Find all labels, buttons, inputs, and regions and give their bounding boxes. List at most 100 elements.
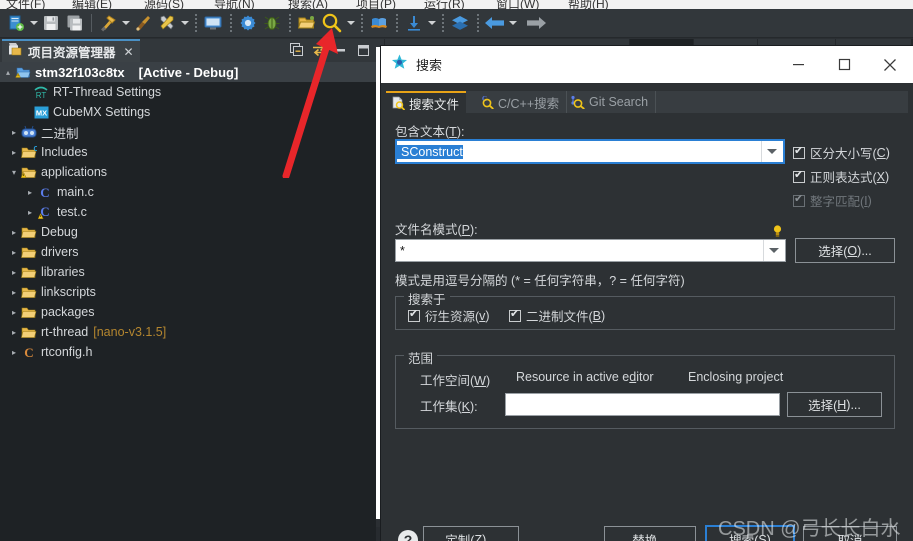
tree-item-libraries[interactable]: ▸ libraries [0, 262, 376, 282]
menu-bar[interactable]: 文件(F) 编辑(E) 源码(S) 导航(N) 搜索(A) 项目(P) 运行(R… [0, 0, 913, 9]
book-icon[interactable] [367, 11, 391, 35]
monitor-icon[interactable] [201, 11, 225, 35]
expand-arrow-icon[interactable]: ▸ [8, 148, 20, 157]
tab-project-explorer[interactable]: 项目资源管理器 ✕ [2, 39, 140, 62]
tools-dropdown-caret[interactable] [179, 11, 190, 35]
tree-item-applications[interactable]: ▾ applications [0, 162, 376, 182]
customize-button[interactable]: 定制(Z)... [423, 526, 519, 541]
file-pattern-input[interactable]: * [395, 239, 786, 262]
tree-item-rtconfig-h[interactable]: ▸ C rtconfig.h [0, 342, 376, 362]
collapse-all-icon[interactable] [288, 41, 306, 59]
tree-item-test-c[interactable]: ▸ C test.c [0, 202, 376, 222]
scope-enclosing-project[interactable]: Enclosing project [688, 370, 783, 384]
expand-arrow-icon[interactable]: ▸ [8, 248, 20, 257]
menu-item-navigate[interactable]: 导航(N) [214, 0, 255, 9]
tree-item-stm32f103c8tx[interactable]: ▴ stm32f103c8tx [Active - Debug] [0, 62, 376, 82]
dialog-title-bar[interactable]: 搜索 [381, 46, 913, 83]
link-with-editor-icon[interactable] [310, 41, 328, 59]
menu-item-edit[interactable]: 编辑(E) [72, 0, 112, 9]
close-button[interactable] [867, 46, 913, 83]
menu-item-search[interactable]: 搜索(A) [288, 0, 328, 9]
minimize-button[interactable] [775, 46, 821, 83]
expand-arrow-icon[interactable]: ▴ [2, 68, 14, 77]
checkbox-box[interactable] [509, 308, 521, 322]
hammer-icon[interactable] [96, 11, 120, 35]
working-set-input[interactable] [505, 393, 780, 416]
maximize-icon[interactable] [354, 41, 372, 59]
expand-arrow-icon[interactable]: ▸ [8, 348, 20, 357]
brush-icon[interactable] [131, 11, 155, 35]
menu-item-window[interactable]: 窗口(W) [496, 0, 539, 9]
expand-arrow-icon[interactable]: ▾ [8, 168, 20, 177]
tree-item-debug[interactable]: ▸ Debug [0, 222, 376, 242]
chevron-down-icon[interactable] [763, 240, 783, 261]
back-dropdown-caret[interactable] [507, 11, 518, 35]
build-dropdown-caret[interactable] [120, 11, 131, 35]
close-icon[interactable]: ✕ [124, 45, 134, 59]
regular-expression-checkbox[interactable]: 正则表达式(X) [793, 167, 889, 186]
expand-arrow-icon[interactable]: ▸ [8, 308, 20, 317]
choose-working-set-button[interactable]: 选择(H)... [787, 392, 882, 417]
expand-arrow-icon[interactable]: ▸ [24, 208, 36, 217]
menu-item-help[interactable]: 帮助(H) [568, 0, 609, 9]
toolbar-drag-handle-3[interactable] [286, 14, 293, 32]
expand-arrow-icon[interactable]: ▸ [8, 268, 20, 277]
expand-arrow-icon[interactable]: ▸ [8, 228, 20, 237]
new-project-icon[interactable] [4, 11, 28, 35]
tree-item-packages[interactable]: ▸ packages [0, 302, 376, 322]
choose-file-pattern-button[interactable]: 选择(O)... [795, 238, 895, 263]
tab-cpp-search[interactable]: C C/C++搜索 [475, 91, 568, 113]
menu-item-source[interactable]: 源码(S) [144, 0, 184, 9]
help-icon[interactable]: ? [398, 530, 418, 541]
expand-arrow-icon[interactable]: ▸ [8, 328, 20, 337]
layers-icon[interactable] [448, 11, 472, 35]
tree-item-binaries[interactable]: ▸ 二进制 [0, 122, 376, 142]
toolbar-drag-handle-7[interactable] [474, 14, 481, 32]
new-dropdown-caret[interactable] [28, 11, 39, 35]
checkbox-box[interactable] [793, 145, 805, 159]
tree-item-includes[interactable]: ▸ C Includes [0, 142, 376, 162]
tree-item-cubemx-settings[interactable]: MX CubeMX Settings [0, 102, 376, 122]
toolbar-drag-handle-6[interactable] [439, 14, 446, 32]
toolbar-drag-handle[interactable] [192, 14, 199, 32]
replace-button[interactable]: 替换... [604, 526, 696, 541]
tree-item-rt-thread[interactable]: ▸ rt-thread [nano-v3.1.5] [0, 322, 376, 342]
menu-item-run[interactable]: 运行(R) [424, 0, 465, 9]
toolbar-drag-handle-5[interactable] [393, 14, 400, 32]
scope-active-editor[interactable]: Resource in active editor [516, 370, 654, 384]
tree-item-drivers[interactable]: ▸ drivers [0, 242, 376, 262]
menu-item-project[interactable]: 项目(P) [356, 0, 396, 9]
expand-arrow-icon[interactable]: ▸ [8, 288, 20, 297]
tree-item-main-c[interactable]: ▸ C main.c [0, 182, 376, 202]
tree-item-linkscripts[interactable]: ▸ linkscripts [0, 282, 376, 302]
chevron-down-icon[interactable] [761, 141, 781, 162]
toolbar-drag-handle-2[interactable] [227, 14, 234, 32]
derived-resources-checkbox[interactable]: 衍生资源(v) [408, 306, 490, 325]
gear-icon[interactable] [236, 11, 260, 35]
checkbox-box[interactable] [408, 308, 420, 322]
search-icon[interactable] [319, 11, 345, 35]
checkbox-box[interactable] [793, 169, 805, 183]
scope-workspace[interactable]: 工作空间(W) [420, 370, 490, 389]
bug-icon[interactable] [260, 11, 284, 35]
case-sensitive-checkbox[interactable]: 区分大小写(C) [793, 143, 890, 162]
tools-icon[interactable] [155, 11, 179, 35]
project-tree[interactable]: ▴ stm32f103c8tx [Active - Debug] RT RT-T… [0, 62, 376, 541]
expand-arrow-icon[interactable]: ▸ [8, 128, 20, 137]
minimize-icon[interactable] [332, 41, 350, 59]
open-folder-icon[interactable] [295, 11, 319, 35]
forward-arrow-icon[interactable] [524, 11, 548, 35]
search-dropdown-caret[interactable] [345, 11, 356, 35]
download-dropdown-caret[interactable] [426, 11, 437, 35]
expand-arrow-icon[interactable]: ▸ [24, 188, 36, 197]
tree-item-rt-thread-settings[interactable]: RT RT-Thread Settings [0, 82, 376, 102]
maximize-button[interactable] [821, 46, 867, 83]
save-icon[interactable] [39, 11, 63, 35]
containing-text-input[interactable]: SConstruct [395, 139, 785, 164]
download-icon[interactable] [402, 11, 426, 35]
toolbar-drag-handle-4[interactable] [358, 14, 365, 32]
back-arrow-icon[interactable] [483, 11, 507, 35]
save-all-icon[interactable] [63, 11, 87, 35]
tab-file-search[interactable]: 搜索文件 [386, 91, 467, 113]
binary-files-checkbox[interactable]: 二进制文件(B) [509, 306, 605, 325]
